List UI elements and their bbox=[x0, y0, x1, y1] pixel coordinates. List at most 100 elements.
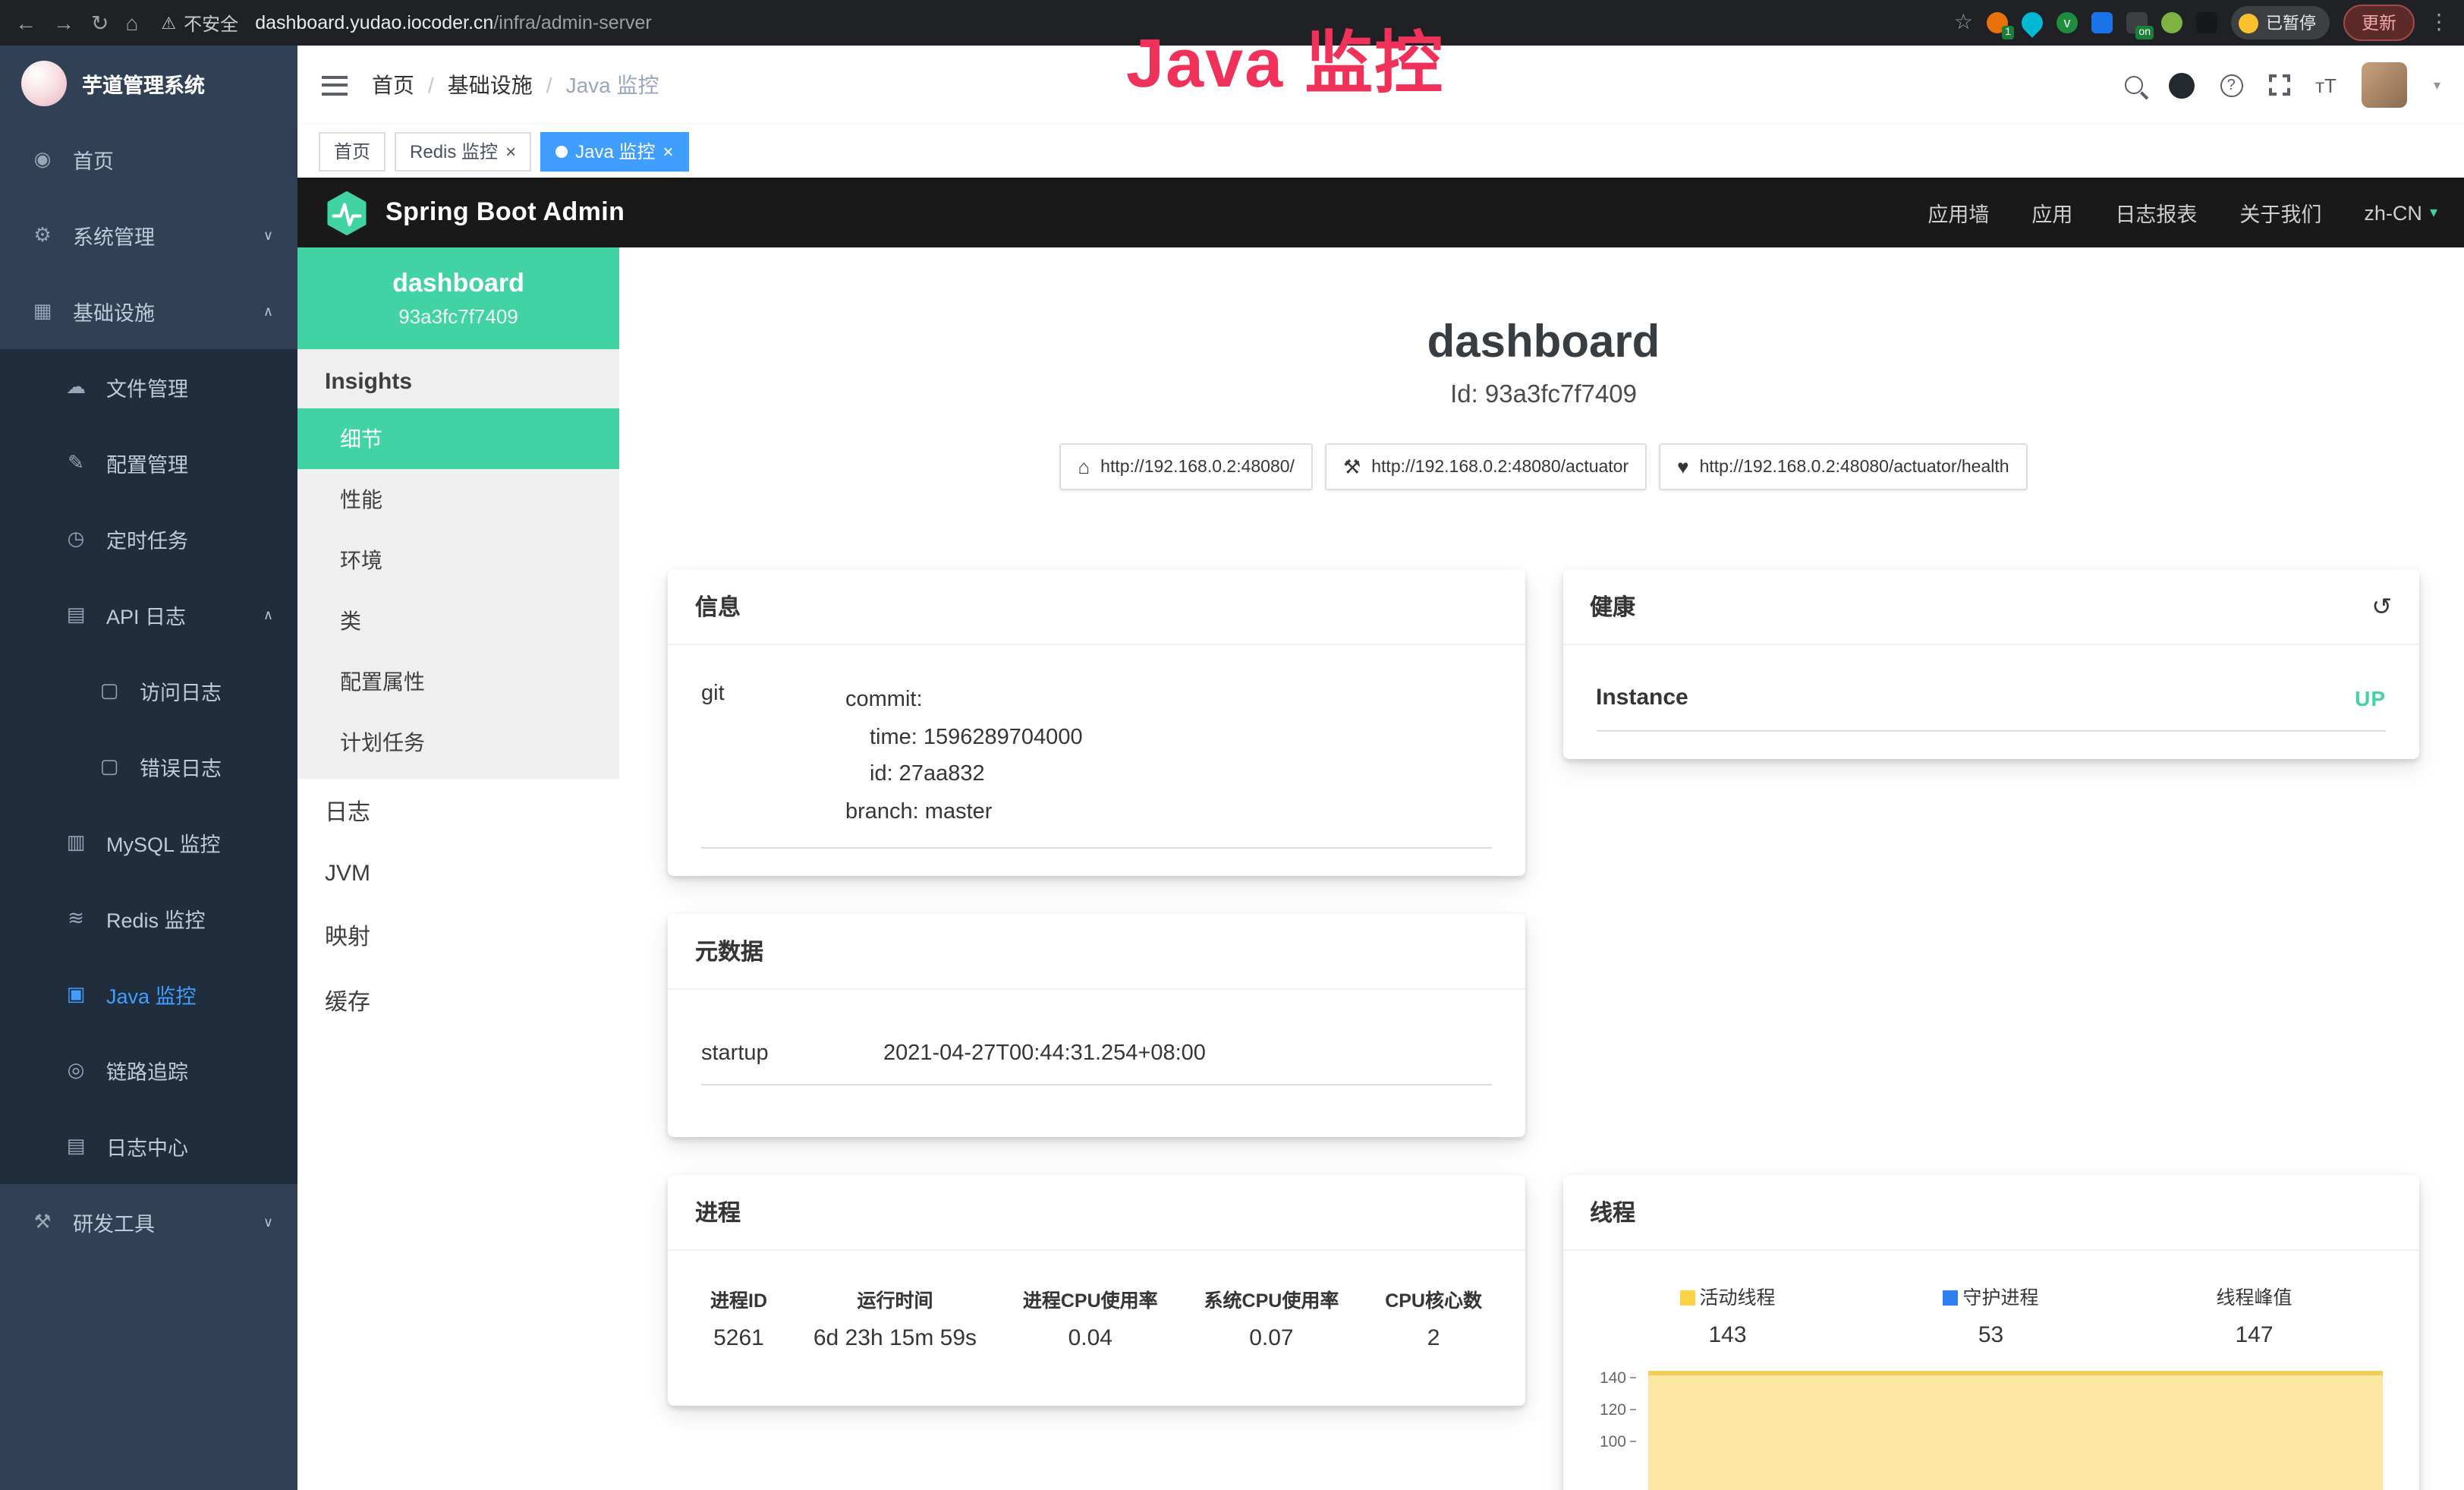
process-col-header: CPU核心数 bbox=[1382, 1274, 1485, 1318]
sba-nav-wallboard[interactable]: 应用墙 bbox=[1927, 197, 1989, 228]
tab-java-monitor[interactable]: Java 监控 bbox=[540, 131, 688, 171]
threads-legend: 活动线程 143 守护进程 53 线程峰值 14 bbox=[1596, 1281, 2386, 1347]
screen: 不安全 dashboard.yudao.iocoder.cn/infra/adm… bbox=[0, 0, 2464, 1490]
sidebar-item-api-logs[interactable]: API 日志 bbox=[0, 577, 297, 653]
sidebar-item-label: 研发工具 bbox=[73, 1207, 155, 1237]
process-pid-value: 5261 bbox=[707, 1318, 770, 1362]
puzzle-extension-icon[interactable] bbox=[2196, 12, 2217, 33]
sba-nav-journal[interactable]: 日志报表 bbox=[2115, 197, 2197, 228]
sidebar-item-mysql-monitor[interactable]: MySQL 监控 bbox=[0, 805, 297, 880]
sba-menu-caches[interactable]: 缓存 bbox=[297, 969, 619, 1034]
grid-extension-icon[interactable] bbox=[2091, 12, 2113, 33]
user-avatar[interactable] bbox=[2362, 62, 2408, 108]
sba-instance-block[interactable]: dashboard 93a3fc7f7409 bbox=[297, 247, 619, 349]
browser-forward-icon[interactable] bbox=[53, 12, 74, 33]
sidebar-item-java-monitor[interactable]: Java 监控 bbox=[0, 956, 297, 1032]
tab-label: 首页 bbox=[334, 138, 370, 164]
browser-home-icon[interactable] bbox=[125, 12, 138, 33]
cpu-cores-value: 2 bbox=[1382, 1318, 1485, 1362]
metadata-card-body: startup 2021-04-27T00:44:31.254+08:00 bbox=[668, 989, 1525, 1136]
github-icon[interactable] bbox=[2168, 72, 2194, 98]
search-icon[interactable] bbox=[2124, 76, 2142, 94]
extension-on-badge: on bbox=[2135, 26, 2154, 39]
instance-name: dashboard bbox=[316, 269, 601, 299]
breadcrumb-infrastructure[interactable]: 基础设施 bbox=[448, 70, 533, 100]
browser-back-icon[interactable] bbox=[15, 12, 36, 33]
font-size-icon[interactable] bbox=[2315, 74, 2337, 96]
v-extension-icon[interactable] bbox=[2056, 12, 2078, 33]
sba-menu-logging[interactable]: 日志 bbox=[297, 779, 619, 844]
paused-chip[interactable]: 已暂停 bbox=[2231, 6, 2330, 39]
git-branch-line: branch: master bbox=[845, 794, 1083, 831]
daemon-threads-swatch bbox=[1943, 1290, 1958, 1305]
browser-menu-icon[interactable] bbox=[2428, 9, 2450, 36]
site-security-chip[interactable]: 不安全 bbox=[161, 10, 238, 36]
colorpicker-extension-icon[interactable] bbox=[2017, 8, 2047, 38]
sidebar-item-tracing[interactable]: 链路追踪 bbox=[0, 1032, 297, 1108]
sba-nav-applications[interactable]: 应用 bbox=[2031, 197, 2072, 228]
collapse-sidebar-icon[interactable] bbox=[322, 75, 348, 95]
sidebar-item-log-center[interactable]: 日志中心 bbox=[0, 1108, 297, 1184]
heart-icon bbox=[1677, 457, 1688, 477]
ytick-120: 120 bbox=[1600, 1400, 1635, 1419]
help-icon[interactable] bbox=[2220, 74, 2242, 96]
process-cpu-value: 0.04 bbox=[1020, 1318, 1161, 1362]
sidebar-item-files[interactable]: 文件管理 bbox=[0, 349, 297, 425]
tab-home[interactable]: 首页 bbox=[319, 131, 385, 171]
leaf-extension-icon[interactable] bbox=[2161, 12, 2182, 33]
sba-menu-insights[interactable]: Insights bbox=[297, 349, 619, 408]
config-icon bbox=[64, 451, 88, 475]
sba-menu-details[interactable]: 细节 bbox=[297, 408, 619, 469]
bookmark-star-icon[interactable] bbox=[1954, 9, 1973, 36]
sidebar-item-scheduled-tasks[interactable]: 定时任务 bbox=[0, 501, 297, 577]
sidebar-item-error-logs[interactable]: 错误日志 bbox=[0, 729, 297, 805]
close-icon[interactable] bbox=[505, 140, 516, 162]
sidebar-item-label: 错误日志 bbox=[140, 751, 222, 782]
info-card-header: 信息 bbox=[668, 569, 1525, 645]
sidebar-item-access-logs[interactable]: 访问日志 bbox=[0, 653, 297, 729]
sidebar-item-devtools[interactable]: 研发工具 bbox=[0, 1184, 297, 1260]
sidebar-item-infrastructure[interactable]: 基础设施 bbox=[0, 273, 297, 349]
sba-language-select[interactable]: zh-CN bbox=[2364, 201, 2437, 224]
sba-menu-beans[interactable]: 类 bbox=[297, 591, 619, 651]
sidebar-item-config[interactable]: 配置管理 bbox=[0, 425, 297, 501]
health-url-button[interactable]: http://192.168.0.2:48080/actuator/health bbox=[1659, 443, 2027, 490]
sba-menu-metrics[interactable]: 性能 bbox=[297, 469, 619, 530]
sba-menu-scheduled-tasks[interactable]: 计划任务 bbox=[297, 712, 619, 773]
threads-card-body: 活动线程 143 守护进程 53 线程峰值 14 bbox=[1562, 1250, 2419, 1490]
extension-icon[interactable]: 1 bbox=[1987, 12, 2008, 33]
trace-icon bbox=[64, 1058, 88, 1082]
sidebar-item-label: 定时任务 bbox=[106, 524, 188, 554]
instance-url-button[interactable]: http://192.168.0.2:48080/ bbox=[1059, 443, 1313, 490]
sba-menu-mappings[interactable]: 映射 bbox=[297, 903, 619, 969]
devtools-icon bbox=[30, 1210, 55, 1234]
close-icon[interactable] bbox=[662, 140, 673, 162]
sidebar-item-label: 链路追踪 bbox=[106, 1055, 188, 1085]
error-log-icon bbox=[97, 754, 121, 779]
metadata-card-title: 元数据 bbox=[695, 934, 763, 966]
fullscreen-icon[interactable] bbox=[2268, 74, 2289, 96]
tab-redis-monitor[interactable]: Redis 监控 bbox=[395, 131, 531, 171]
sidebar-item-redis-monitor[interactable]: Redis 监控 bbox=[0, 880, 297, 956]
sidebar-item-home[interactable]: 首页 bbox=[0, 121, 297, 197]
sba-nav-about[interactable]: 关于我们 bbox=[2239, 197, 2321, 228]
cards-grid: 信息 git commit: time: 1596289704000 id: 2… bbox=[668, 569, 2419, 1490]
actuator-url-button[interactable]: http://192.168.0.2:48080/actuator bbox=[1325, 443, 1647, 490]
info-card: 信息 git commit: time: 1596289704000 id: 2… bbox=[668, 569, 1525, 875]
chevron-down-icon[interactable] bbox=[2434, 77, 2440, 93]
sba-menu-environment[interactable]: 环境 bbox=[297, 530, 619, 591]
app-logo[interactable]: 芋道管理系统 bbox=[0, 46, 297, 121]
sidebar-item-system[interactable]: 系统管理 bbox=[0, 197, 297, 273]
chrome-update-button[interactable]: 更新 bbox=[2343, 5, 2415, 41]
tag-tabs-bar: 首页 Redis 监控 Java 监控 bbox=[297, 124, 2464, 178]
health-instance-row[interactable]: Instance UP bbox=[1596, 660, 2386, 732]
breadcrumb-home[interactable]: 首页 bbox=[372, 70, 414, 100]
switch-extension-icon[interactable]: on bbox=[2126, 12, 2148, 33]
sba-menu-config-props[interactable]: 配置属性 bbox=[297, 651, 619, 712]
browser-reload-icon[interactable] bbox=[91, 12, 109, 33]
history-icon[interactable] bbox=[2371, 591, 2392, 622]
breadcrumb-current: Java 监控 bbox=[566, 70, 659, 100]
sba-brand-title[interactable]: Spring Boot Admin bbox=[385, 197, 625, 228]
address-bar[interactable]: dashboard.yudao.iocoder.cn/infra/admin-s… bbox=[255, 12, 652, 33]
sba-menu-jvm[interactable]: JVM bbox=[297, 844, 619, 903]
